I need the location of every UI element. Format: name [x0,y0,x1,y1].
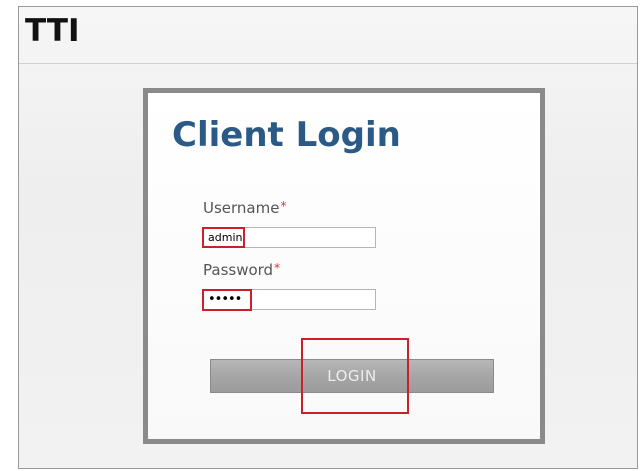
username-label: Username* [203,199,286,217]
password-required-mark: * [274,261,281,275]
login-button[interactable]: LOGIN [210,359,494,393]
login-title: Client Login [172,115,401,155]
username-required-mark: * [280,199,287,213]
app-title: TTI [25,13,80,49]
username-label-text: Username [203,199,280,217]
login-panel: Client Login Username* admin Password* •… [143,88,545,444]
app-window: TTI Client Login Username* admin Passwor… [18,6,638,469]
password-label: Password* [203,261,280,279]
password-label-text: Password [203,261,274,279]
header-divider [19,63,637,64]
username-field[interactable]: admin [203,227,376,248]
password-field[interactable]: ••••• [203,289,376,310]
